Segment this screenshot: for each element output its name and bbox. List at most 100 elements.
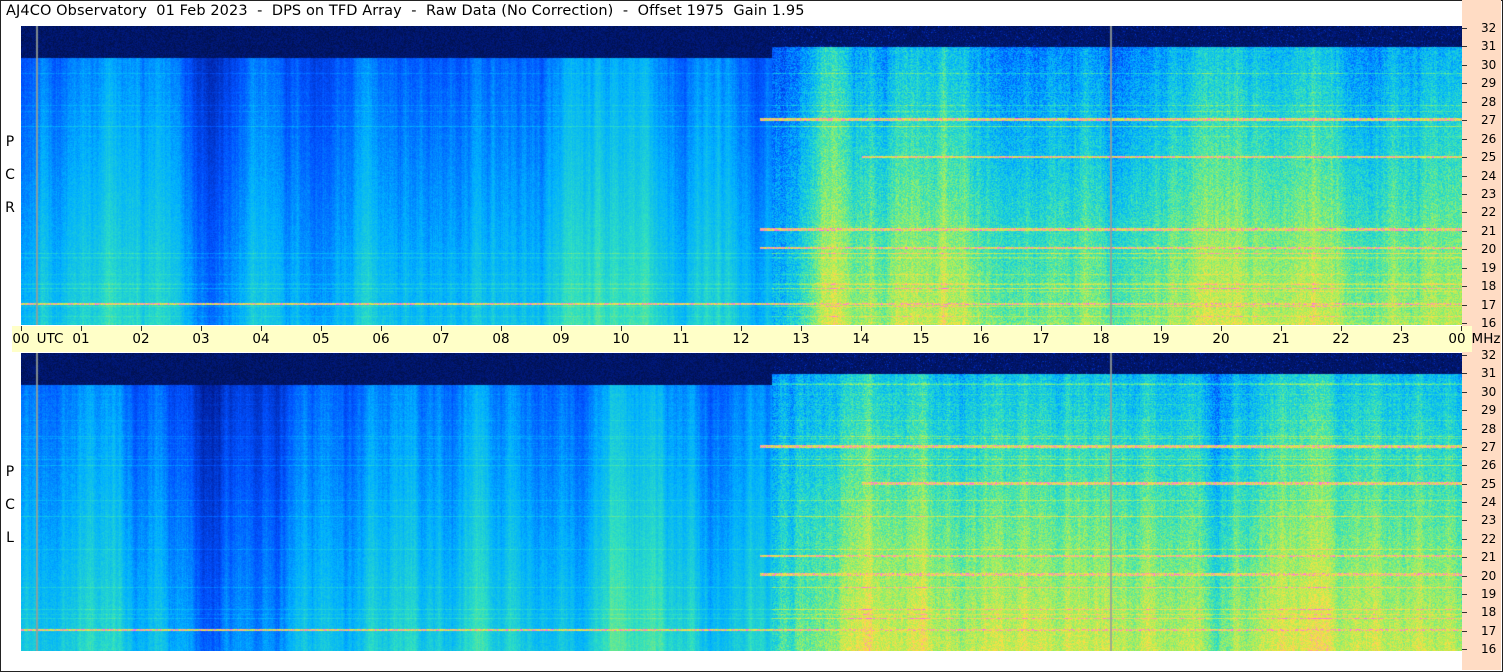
- freq-tick-label: 30: [1481, 57, 1497, 72]
- freq-tick: [1462, 212, 1467, 214]
- freq-tick-label: 31: [1481, 366, 1497, 381]
- time-tick-label: 18: [1092, 331, 1110, 347]
- time-tick-label: 06: [372, 331, 390, 347]
- time-tick-label: 01: [72, 331, 90, 347]
- freq-tick: [1462, 46, 1467, 48]
- time-tick-label: 09: [552, 331, 570, 347]
- time-tick-label: 20: [1212, 331, 1230, 347]
- freq-tick: [1462, 446, 1467, 448]
- freq-tick-label: 22: [1481, 531, 1497, 546]
- freq-axis-lcp: 32 31 30 29 28 27 26 25 24 23 22 21 20 19 18 17 16: [1462, 348, 1501, 656]
- time-tick-label: 08: [492, 331, 510, 347]
- freq-tick: [1462, 157, 1467, 159]
- freq-tick-label: 21: [1481, 223, 1497, 238]
- freq-tick: [1462, 593, 1467, 595]
- freq-tick: [1462, 391, 1467, 393]
- freq-tick-label: 17: [1481, 297, 1497, 312]
- freq-tick-label: 19: [1481, 260, 1497, 275]
- freq-tick: [1462, 101, 1467, 103]
- spectrogram-rcp: [21, 26, 1462, 325]
- freq-tick: [1462, 193, 1467, 195]
- freq-tick: [1462, 465, 1467, 467]
- time-tick-label: 07: [432, 331, 450, 347]
- freq-tick-label: 29: [1481, 403, 1497, 418]
- freq-tick-label: 32: [1481, 348, 1497, 362]
- freq-tick: [1462, 355, 1467, 356]
- spectrogram-lcp: [21, 353, 1462, 651]
- time-tick-label: 12: [732, 331, 750, 347]
- time-tick-label: 13: [792, 331, 810, 347]
- freq-tick: [1462, 64, 1467, 66]
- freq-tick-label: 18: [1481, 279, 1497, 294]
- lcp-label-letter: C: [5, 496, 15, 513]
- time-tick-label: 14: [852, 331, 870, 347]
- time-tick-label: 04: [252, 331, 270, 347]
- rcp-label-letter: R: [5, 199, 15, 216]
- time-tick-label: 10: [612, 331, 630, 347]
- time-tick-label: 15: [912, 331, 930, 347]
- freq-tick: [1462, 373, 1467, 375]
- freq-tick-label: 16: [1481, 316, 1497, 330]
- time-tick-label: 00: [12, 331, 30, 347]
- freq-tick-label: 26: [1481, 131, 1497, 146]
- freq-tick: [1462, 649, 1467, 650]
- freq-tick-label: 21: [1481, 550, 1497, 565]
- time-tick-label: 16: [972, 331, 990, 347]
- freq-tick: [1462, 502, 1467, 503]
- freq-tick-label: 31: [1481, 39, 1497, 54]
- freq-tick-label: 25: [1481, 150, 1497, 165]
- time-axis: 00 01 02 03 04 05 06 07 08 09 10 11 12 13 14 15 16 17 18 19…: [12, 326, 1500, 352]
- time-tick-label: 00: [1448, 331, 1466, 347]
- lcp-label-letter: L: [6, 529, 14, 546]
- freq-tick-label: 24: [1481, 495, 1497, 509]
- freq-tick: [1462, 575, 1467, 577]
- freq-tick: [1462, 249, 1467, 251]
- freq-tick-label: 20: [1481, 242, 1497, 257]
- freq-tick-label: 30: [1481, 384, 1497, 399]
- freq-tick-label: 24: [1481, 168, 1497, 183]
- time-tick-label: 02: [132, 331, 150, 347]
- freq-tick: [1462, 304, 1467, 306]
- freq-tick-label: 27: [1481, 439, 1497, 454]
- freq-tick: [1462, 175, 1467, 177]
- time-tick-label: 19: [1152, 331, 1170, 347]
- freq-tick: [1462, 83, 1467, 85]
- freq-tick: [1462, 267, 1467, 269]
- time-tick-label: 03: [192, 331, 210, 347]
- time-tick-label: 11: [672, 331, 690, 347]
- time-tick-label: 05: [312, 331, 330, 347]
- time-tick-label: 22: [1332, 331, 1350, 347]
- time-tick-label: 21: [1272, 331, 1290, 347]
- freq-tick-label: 25: [1481, 476, 1497, 491]
- freq-tick: [1462, 286, 1467, 288]
- freq-tick-label: 18: [1481, 605, 1497, 620]
- freq-tick: [1462, 428, 1467, 430]
- freq-tick: [1462, 557, 1467, 559]
- lcp-label-letter: P: [5, 463, 15, 480]
- freq-tick-label: 23: [1481, 513, 1497, 528]
- freq-tick: [1462, 230, 1467, 232]
- rcp-label: P C R: [0, 120, 20, 230]
- freq-tick: [1462, 410, 1467, 412]
- freq-unit-label: MHz: [1471, 331, 1501, 347]
- rcp-label-letter: C: [5, 166, 15, 183]
- time-tick-label: 23: [1392, 331, 1410, 347]
- freq-tick-label: 20: [1481, 568, 1497, 583]
- freq-tick-label: 32: [1481, 21, 1497, 35]
- freq-tick: [1462, 520, 1467, 522]
- freq-tick: [1462, 323, 1467, 324]
- freq-tick: [1462, 630, 1467, 632]
- freq-tick: [1462, 538, 1467, 540]
- freq-tick-label: 16: [1481, 642, 1497, 656]
- freq-tick-label: 28: [1481, 94, 1497, 109]
- freq-tick: [1462, 120, 1467, 122]
- freq-tick-label: 28: [1481, 421, 1497, 436]
- freq-tick-label: 27: [1481, 113, 1497, 128]
- freq-tick: [1462, 138, 1467, 140]
- time-tick-label: 17: [1032, 331, 1050, 347]
- lcp-label: P C L: [0, 450, 20, 560]
- freq-tick: [1462, 483, 1467, 485]
- freq-tick: [1462, 612, 1467, 614]
- freq-tick: [1462, 28, 1467, 29]
- freq-axis-rcp: 32 31 30 29 28 27 26 25 24 23 22 21 20 19 18 17 16: [1462, 21, 1501, 330]
